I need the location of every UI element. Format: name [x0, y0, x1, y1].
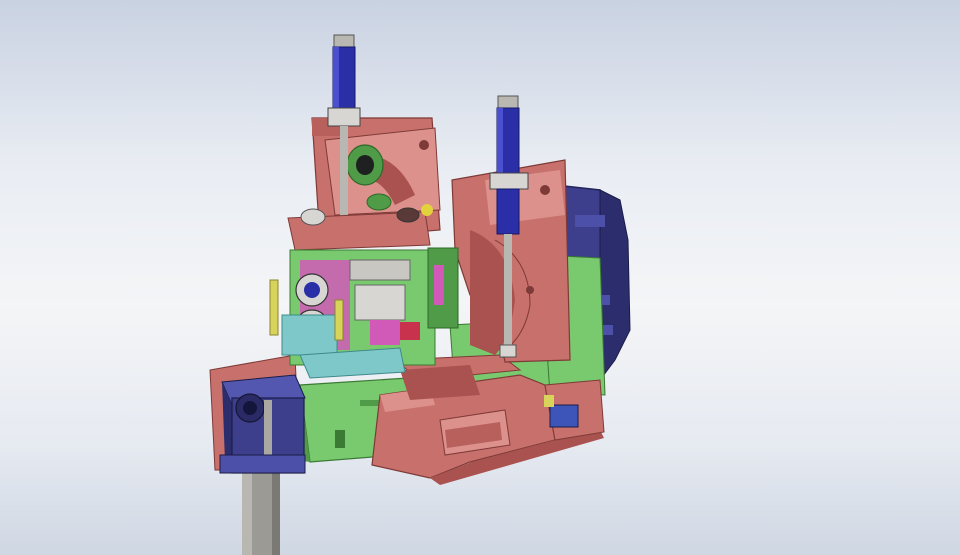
support-column: [242, 470, 280, 555]
cad-viewport[interactable]: [0, 0, 960, 555]
rolling-mill-assembly-model[interactable]: [0, 0, 960, 555]
drive-motor: [219, 374, 306, 474]
